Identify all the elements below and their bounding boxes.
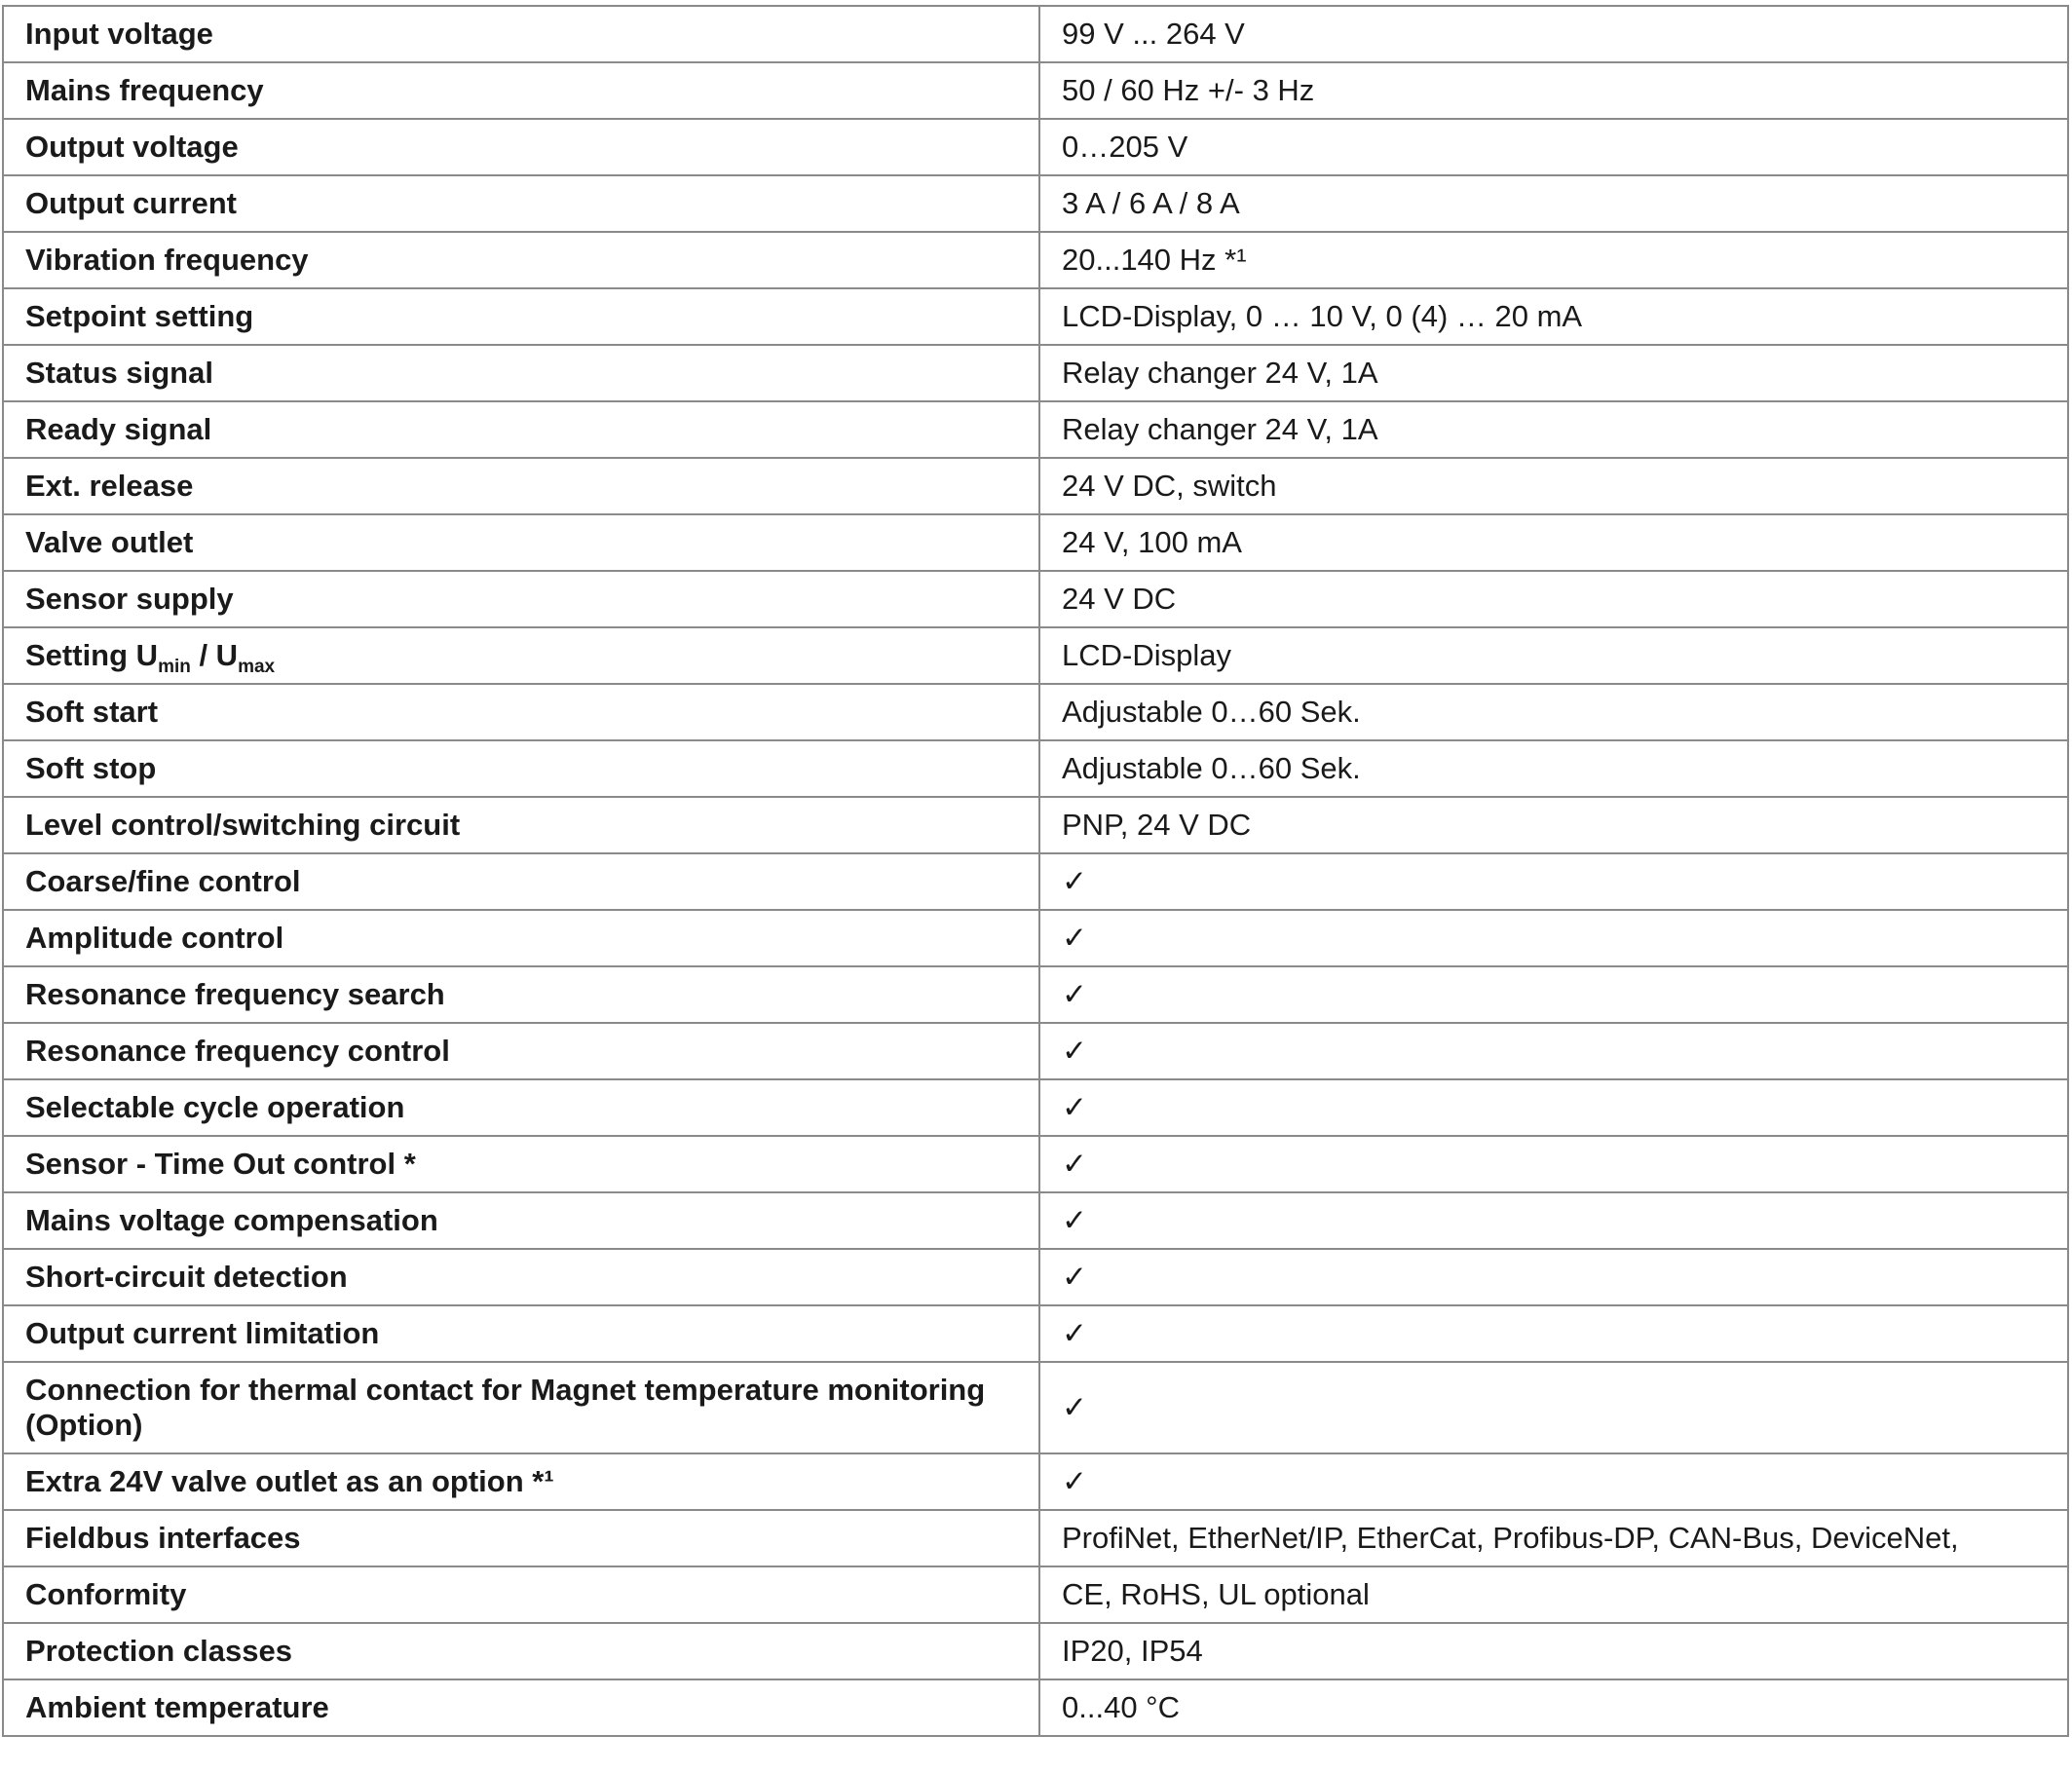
label-subscript-min: min [158, 657, 191, 677]
table-row: Mains voltage compensation ✓ [2, 1191, 2069, 1250]
checkmark-icon: ✓ [1038, 1361, 2069, 1454]
row-label: Ext. release [2, 457, 1040, 515]
row-label: Soft stop [2, 739, 1040, 798]
row-value: Relay changer 24 V, 1A [1038, 400, 2069, 459]
row-label: Resonance frequency search [2, 965, 1040, 1024]
table-row: Vibration frequency 20...140 Hz *¹ [2, 231, 2069, 289]
row-value: ProfiNet, EtherNet/IP, EtherCat, Profibu… [1038, 1509, 2069, 1567]
table-row: Status signal Relay changer 24 V, 1A [2, 344, 2069, 402]
row-label: Selectable cycle operation [2, 1078, 1040, 1137]
label-text: Setting U [25, 638, 159, 672]
label-text-mid: / U [190, 638, 239, 672]
table-row: Setpoint setting LCD-Display, 0 … 10 V, … [2, 287, 2069, 346]
table-row: Connection for thermal contact for Magne… [2, 1361, 2069, 1454]
table-row: Ready signal Relay changer 24 V, 1A [2, 400, 2069, 459]
row-label: Output current [2, 174, 1040, 233]
row-label: Ambient temperature [2, 1679, 1040, 1737]
row-label: Extra 24V valve outlet as an option *¹ [2, 1452, 1040, 1511]
table-row: Resonance frequency control ✓ [2, 1022, 2069, 1080]
table-row: Protection classes IP20, IP54 [2, 1622, 2069, 1680]
checkmark-icon: ✓ [1038, 1135, 2069, 1193]
row-label: Soft start [2, 683, 1040, 741]
table-row: Selectable cycle operation ✓ [2, 1078, 2069, 1137]
row-label: Status signal [2, 344, 1040, 402]
row-label: Sensor - Time Out control * [2, 1135, 1040, 1193]
row-label: Connection for thermal contact for Magne… [2, 1361, 1040, 1454]
row-value: Adjustable 0…60 Sek. [1038, 739, 2069, 798]
table-row: Amplitude control ✓ [2, 909, 2069, 967]
table-row: Sensor supply 24 V DC [2, 570, 2069, 628]
row-label: Input voltage [2, 5, 1040, 63]
row-label: Mains voltage compensation [2, 1191, 1040, 1250]
row-value: 99 V ... 264 V [1038, 5, 2069, 63]
row-value: 0…205 V [1038, 118, 2069, 176]
row-value: LCD-Display, 0 … 10 V, 0 (4) … 20 mA [1038, 287, 2069, 346]
row-value: 24 V DC [1038, 570, 2069, 628]
table-row: Output current 3 A / 6 A / 8 A [2, 174, 2069, 233]
checkmark-icon: ✓ [1038, 1022, 2069, 1080]
row-label: Output voltage [2, 118, 1040, 176]
table-row: Soft start Adjustable 0…60 Sek. [2, 683, 2069, 741]
table-row: Soft stop Adjustable 0…60 Sek. [2, 739, 2069, 798]
row-label: Short-circuit detection [2, 1248, 1040, 1306]
row-label-setting-umin-umax: Setting Umin / Umax [2, 626, 1040, 685]
table-row: Output current limitation ✓ [2, 1304, 2069, 1363]
checkmark-icon: ✓ [1038, 1304, 2069, 1363]
row-label: Mains frequency [2, 61, 1040, 120]
table-row: Valve outlet 24 V, 100 mA [2, 513, 2069, 572]
row-value: 24 V, 100 mA [1038, 513, 2069, 572]
row-label: Amplitude control [2, 909, 1040, 967]
row-label: Fieldbus interfaces [2, 1509, 1040, 1567]
row-label: Setpoint setting [2, 287, 1040, 346]
label-subscript-max: max [238, 657, 276, 677]
row-value: 0...40 °C [1038, 1679, 2069, 1737]
checkmark-icon: ✓ [1038, 909, 2069, 967]
table-row: Mains frequency 50 / 60 Hz +/- 3 Hz [2, 61, 2069, 120]
row-label: Coarse/fine control [2, 852, 1040, 911]
table-row: Conformity CE, RoHS, UL optional [2, 1566, 2069, 1624]
row-label: Sensor supply [2, 570, 1040, 628]
row-value: Relay changer 24 V, 1A [1038, 344, 2069, 402]
table-row: Level control/switching circuit PNP, 24 … [2, 796, 2069, 854]
checkmark-icon: ✓ [1038, 1078, 2069, 1137]
checkmark-icon: ✓ [1038, 1248, 2069, 1306]
table-row: Coarse/fine control ✓ [2, 852, 2069, 911]
spec-table: Input voltage 99 V ... 264 V Mains frequ… [2, 5, 2069, 1737]
row-label: Resonance frequency control [2, 1022, 1040, 1080]
table-row: Ext. release 24 V DC, switch [2, 457, 2069, 515]
row-value: 3 A / 6 A / 8 A [1038, 174, 2069, 233]
row-value: 50 / 60 Hz +/- 3 Hz [1038, 61, 2069, 120]
row-label: Conformity [2, 1566, 1040, 1624]
row-value: Adjustable 0…60 Sek. [1038, 683, 2069, 741]
row-label: Ready signal [2, 400, 1040, 459]
row-label: Level control/switching circuit [2, 796, 1040, 854]
row-value: 24 V DC, switch [1038, 457, 2069, 515]
checkmark-icon: ✓ [1038, 1452, 2069, 1511]
checkmark-icon: ✓ [1038, 1191, 2069, 1250]
table-row: Setting Umin / Umax LCD-Display [2, 626, 2069, 685]
row-value: 20...140 Hz *¹ [1038, 231, 2069, 289]
checkmark-icon: ✓ [1038, 965, 2069, 1024]
table-row: Output voltage 0…205 V [2, 118, 2069, 176]
table-row: Short-circuit detection ✓ [2, 1248, 2069, 1306]
table-row: Fieldbus interfaces ProfiNet, EtherNet/I… [2, 1509, 2069, 1567]
row-value: LCD-Display [1038, 626, 2069, 685]
row-label: Vibration frequency [2, 231, 1040, 289]
row-value: CE, RoHS, UL optional [1038, 1566, 2069, 1624]
checkmark-icon: ✓ [1038, 852, 2069, 911]
row-value: PNP, 24 V DC [1038, 796, 2069, 854]
table-row: Input voltage 99 V ... 264 V [2, 5, 2069, 63]
row-value: IP20, IP54 [1038, 1622, 2069, 1680]
row-label: Valve outlet [2, 513, 1040, 572]
table-row: Ambient temperature 0...40 °C [2, 1679, 2069, 1737]
row-label: Output current limitation [2, 1304, 1040, 1363]
table-row: Resonance frequency search ✓ [2, 965, 2069, 1024]
table-row: Sensor - Time Out control * ✓ [2, 1135, 2069, 1193]
table-row: Extra 24V valve outlet as an option *¹ ✓ [2, 1452, 2069, 1511]
row-label: Protection classes [2, 1622, 1040, 1680]
